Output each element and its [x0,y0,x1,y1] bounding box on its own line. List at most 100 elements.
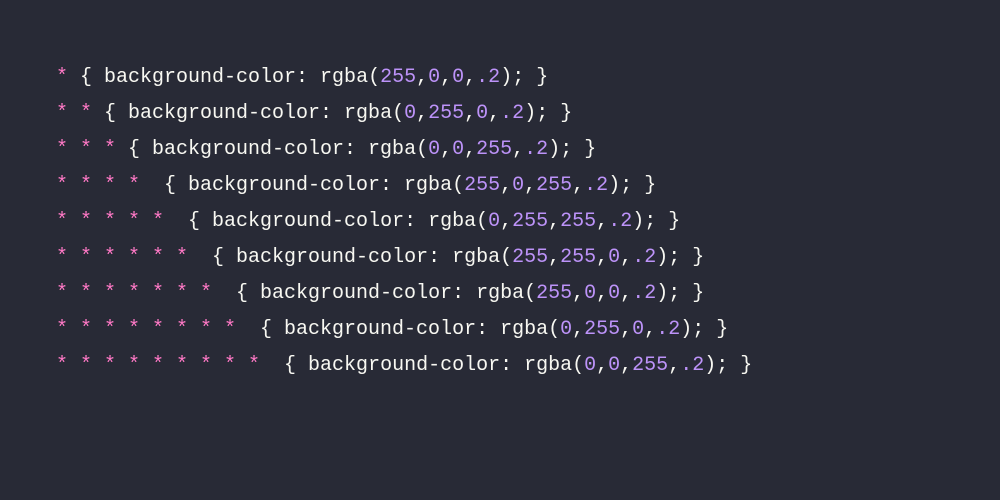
comma: , [416,96,428,132]
number: .2 [632,240,656,276]
rule-close: ); } [524,96,572,132]
comma: , [596,348,608,384]
rule-open: { background-color: rgba( [116,132,428,168]
number: 0 [428,60,440,96]
number: 0 [584,276,596,312]
selector: * * * [56,132,116,168]
comma: , [464,132,476,168]
comma: , [440,132,452,168]
rule-close: ); } [704,348,752,384]
number: .2 [500,96,524,132]
rule-open: { background-color: rgba( [248,312,560,348]
selector: * * * * * * * [56,276,224,312]
code-line: * * * { background-color: rgba(0,0,255,.… [56,132,944,168]
number: 0 [512,168,524,204]
number: 255 [512,240,548,276]
number: 255 [536,276,572,312]
comma: , [488,96,500,132]
code-line: * * * * * * * * * { background-color: rg… [56,348,944,384]
comma: , [572,276,584,312]
comma: , [500,168,512,204]
code-block: * { background-color: rgba(255,0,0,.2); … [0,0,1000,444]
selector: * * * * * * * * [56,312,248,348]
rule-close: ); } [656,240,704,276]
number: .2 [656,312,680,348]
comma: , [620,348,632,384]
selector: * [56,60,68,96]
number: 255 [560,204,596,240]
number: 0 [488,204,500,240]
comma: , [572,168,584,204]
number: 255 [428,96,464,132]
comma: , [500,204,512,240]
comma: , [596,276,608,312]
number: 0 [608,240,620,276]
code-line: * { background-color: rgba(255,0,0,.2); … [56,60,944,96]
number: .2 [584,168,608,204]
selector: * * * * * [56,204,176,240]
number: 0 [476,96,488,132]
code-line: * * * * * * * { background-color: rgba(2… [56,276,944,312]
selector: * * [56,96,92,132]
comma: , [464,96,476,132]
number: 0 [452,60,464,96]
rule-open: { background-color: rgba( [68,60,380,96]
rule-open: { background-color: rgba( [176,204,488,240]
number: 255 [536,168,572,204]
number: 255 [632,348,668,384]
rule-open: { background-color: rgba( [92,96,404,132]
comma: , [620,312,632,348]
rule-open: { background-color: rgba( [152,168,464,204]
number: 0 [452,132,464,168]
code-line: * * * * { background-color: rgba(255,0,2… [56,168,944,204]
rule-open: { background-color: rgba( [272,348,584,384]
number: 0 [584,348,596,384]
number: 255 [512,204,548,240]
number: 255 [464,168,500,204]
comma: , [596,204,608,240]
number: 0 [428,132,440,168]
selector: * * * * [56,168,152,204]
code-line: * * * * * * { background-color: rgba(255… [56,240,944,276]
number: 0 [608,276,620,312]
comma: , [524,168,536,204]
rule-open: { background-color: rgba( [200,240,512,276]
comma: , [512,132,524,168]
comma: , [440,60,452,96]
rule-close: ); } [608,168,656,204]
code-line: * * * * * * * * { background-color: rgba… [56,312,944,348]
comma: , [620,276,632,312]
number: .2 [680,348,704,384]
rule-close: ); } [680,312,728,348]
number: 255 [560,240,596,276]
code-line: * * { background-color: rgba(0,255,0,.2)… [56,96,944,132]
rule-close: ); } [632,204,680,240]
number: .2 [608,204,632,240]
comma: , [416,60,428,96]
comma: , [572,312,584,348]
number: 0 [608,348,620,384]
code-line: * * * * * { background-color: rgba(0,255… [56,204,944,240]
rule-open: { background-color: rgba( [224,276,536,312]
rule-close: ); } [500,60,548,96]
number: 255 [476,132,512,168]
number: 0 [404,96,416,132]
rule-close: ); } [548,132,596,168]
number: 0 [632,312,644,348]
comma: , [668,348,680,384]
rule-close: ); } [656,276,704,312]
comma: , [464,60,476,96]
number: 255 [380,60,416,96]
selector: * * * * * * [56,240,200,276]
number: 0 [560,312,572,348]
selector: * * * * * * * * * [56,348,272,384]
comma: , [644,312,656,348]
comma: , [548,240,560,276]
number: .2 [476,60,500,96]
number: 255 [584,312,620,348]
comma: , [620,240,632,276]
number: .2 [524,132,548,168]
comma: , [548,204,560,240]
comma: , [596,240,608,276]
number: .2 [632,276,656,312]
